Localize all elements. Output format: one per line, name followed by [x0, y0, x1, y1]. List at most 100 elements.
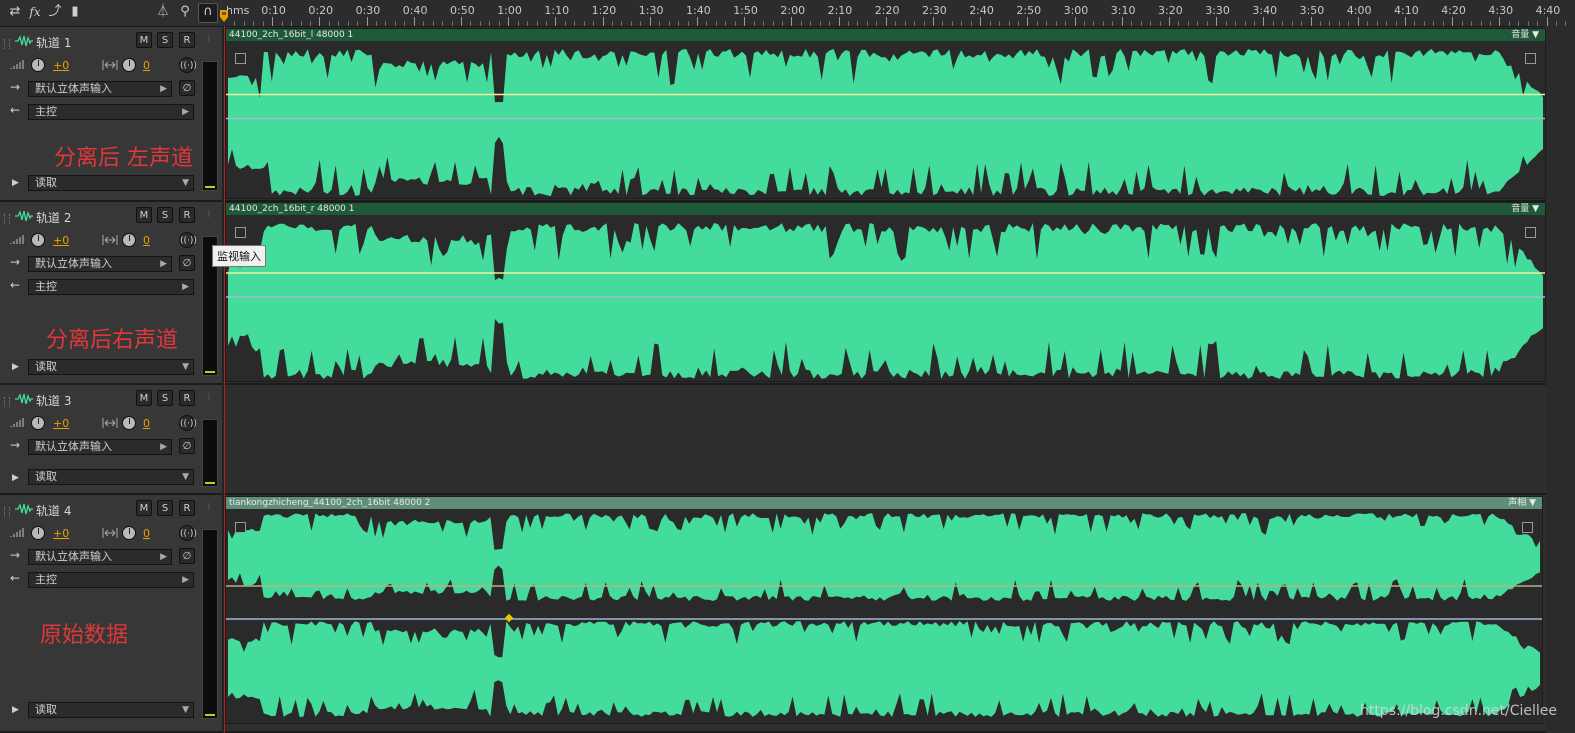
ruler-major-tick — [1452, 17, 1454, 26]
track-name[interactable]: 轨道 3 — [36, 392, 71, 409]
fade-out-handle-icon[interactable] — [1525, 53, 1536, 64]
ruler-minor-tick — [668, 21, 670, 26]
solo-button[interactable]: S — [157, 32, 173, 48]
playhead-marker-icon[interactable] — [219, 10, 229, 22]
drag-grip-icon[interactable] — [4, 507, 10, 517]
pan-knob[interactable] — [122, 526, 136, 540]
fade-out-handle-icon[interactable] — [1522, 522, 1533, 533]
output-select[interactable]: 主控 ▶ — [28, 572, 194, 588]
ruler-minor-tick — [1471, 21, 1473, 26]
monitor-input-button[interactable]: ((·)) — [179, 232, 197, 248]
metronome-icon[interactable]: ⏃ — [154, 3, 172, 21]
solo-button[interactable]: S — [157, 207, 173, 223]
expand-triangle-icon[interactable]: ▶ — [12, 705, 19, 715]
volume-value[interactable]: +0 — [53, 234, 69, 247]
mute-button[interactable]: M — [136, 207, 152, 223]
mute-button[interactable]: M — [136, 500, 152, 516]
track-lane-3[interactable] — [225, 385, 1575, 495]
time-ruler[interactable]: hms 0:10 0:20 0:30 0:40 0:50 1:00 1:10 1:20 1:30… — [222, 0, 1575, 27]
ruler-tick-label: 2:20 — [874, 4, 900, 17]
headphones-icon[interactable]: ∩ — [198, 3, 218, 23]
expand-triangle-icon[interactable]: ▶ — [12, 473, 19, 483]
pan-value[interactable]: 0 — [143, 234, 150, 247]
pan-knob[interactable] — [122, 233, 136, 247]
input-select[interactable]: 默认立体声输入 ▶ — [28, 549, 172, 565]
mute-button[interactable]: M — [136, 390, 152, 406]
ruler-minor-tick — [1338, 21, 1340, 26]
monitor-input-button[interactable]: ((·)) — [179, 525, 197, 541]
input-monitor-icon[interactable]: ⚲ — [176, 3, 194, 21]
record-arm-button[interactable]: R — [179, 207, 195, 223]
phase-invert-button[interactable]: ∅ — [179, 80, 195, 96]
audio-clip-2[interactable]: 44100_2ch_16bit_r 48000 1 音量 ▼ — [225, 202, 1546, 382]
fx-icon[interactable]: fx — [26, 3, 44, 21]
input-button[interactable]: I — [202, 500, 216, 516]
ruler-major-tick — [744, 17, 746, 26]
volume-knob[interactable] — [31, 526, 45, 540]
volume-value[interactable]: +0 — [53, 527, 69, 540]
track-name[interactable]: 轨道 2 — [36, 209, 71, 226]
expand-triangle-icon[interactable]: ▶ — [12, 178, 19, 188]
ruler-major-tick — [649, 17, 651, 26]
volume-knob[interactable] — [31, 416, 45, 430]
swap-icon[interactable]: ⇄ — [6, 3, 24, 21]
phase-invert-button[interactable]: ∅ — [179, 438, 195, 454]
input-select[interactable]: 默认立体声输入 ▶ — [28, 256, 172, 272]
monitor-input-button[interactable]: ((·)) — [179, 57, 197, 73]
drag-grip-icon[interactable] — [4, 39, 10, 49]
mute-button[interactable]: M — [136, 32, 152, 48]
pan-value[interactable]: 0 — [143, 59, 150, 72]
level-meter-icon[interactable]: ▮ — [66, 3, 84, 21]
record-arm-button[interactable]: R — [179, 390, 195, 406]
clip-title-bar[interactable]: 44100_2ch_16bit_r 48000 1 音量 ▼ — [226, 203, 1545, 215]
record-arm-button[interactable]: R — [179, 32, 195, 48]
envelope-keyframe[interactable] — [504, 613, 514, 623]
automation-mode-select[interactable]: 读取 ▼ — [28, 702, 194, 718]
volume-value[interactable]: +0 — [53, 417, 69, 430]
fade-in-handle-icon[interactable] — [235, 227, 246, 238]
send-icon[interactable]: ⤴ — [46, 3, 64, 21]
output-select[interactable]: 主控 ▶ — [28, 104, 194, 120]
ruler-minor-tick — [895, 21, 897, 26]
input-button[interactable]: I — [202, 390, 216, 406]
volume-knob[interactable] — [31, 233, 45, 247]
volume-value[interactable]: +0 — [53, 59, 69, 72]
clip-title-bar[interactable]: 44100_2ch_16bit_l 48000 1 音量 ▼ — [226, 29, 1545, 41]
phase-invert-button[interactable]: ∅ — [179, 548, 195, 564]
fade-in-handle-icon[interactable] — [235, 53, 246, 64]
input-button[interactable]: I — [202, 207, 216, 223]
input-button[interactable]: I — [202, 32, 216, 48]
expand-triangle-icon[interactable]: ▶ — [12, 362, 19, 372]
audio-clip-4[interactable]: tiankongzhicheng_44100_2ch_16bit 48000 2… — [225, 496, 1543, 724]
clip-title-bar[interactable]: tiankongzhicheng_44100_2ch_16bit 48000 2… — [226, 497, 1542, 509]
input-select[interactable]: 默认立体声输入 ▶ — [28, 81, 172, 97]
pan-knob[interactable] — [122, 58, 136, 72]
automation-mode-select[interactable]: 读取 ▼ — [28, 175, 194, 191]
pan-knob[interactable] — [122, 416, 136, 430]
clip-parameter-menu[interactable]: 声相 ▼ — [1508, 497, 1536, 509]
pan-value[interactable]: 0 — [143, 527, 150, 540]
monitor-input-button[interactable]: ((·)) — [179, 415, 197, 431]
solo-button[interactable]: S — [157, 390, 173, 406]
clip-parameter-menu[interactable]: 音量 ▼ — [1511, 203, 1539, 215]
input-select[interactable]: 默认立体声输入 ▶ — [28, 439, 172, 455]
waveform-display — [226, 49, 1545, 196]
track-name[interactable]: 轨道 4 — [36, 502, 71, 519]
solo-button[interactable]: S — [157, 500, 173, 516]
record-arm-button[interactable]: R — [179, 500, 195, 516]
phase-invert-button[interactable]: ∅ — [179, 255, 195, 271]
vertical-scrollbar[interactable] — [1546, 26, 1575, 733]
clip-title: 44100_2ch_16bit_l 48000 1 — [229, 30, 354, 40]
fade-out-handle-icon[interactable] — [1525, 227, 1536, 238]
automation-mode-select[interactable]: 读取 ▼ — [28, 359, 194, 375]
fade-in-handle-icon[interactable] — [235, 522, 246, 533]
volume-knob[interactable] — [31, 58, 45, 72]
clip-parameter-menu[interactable]: 音量 ▼ — [1511, 29, 1539, 41]
audio-clip-1[interactable]: 44100_2ch_16bit_l 48000 1 音量 ▼ — [225, 28, 1546, 199]
drag-grip-icon[interactable] — [4, 214, 10, 224]
automation-mode-select[interactable]: 读取 ▼ — [28, 469, 194, 485]
drag-grip-icon[interactable] — [4, 397, 10, 407]
output-select[interactable]: 主控 ▶ — [28, 279, 194, 295]
track-name[interactable]: 轨道 1 — [36, 34, 71, 51]
pan-value[interactable]: 0 — [143, 417, 150, 430]
